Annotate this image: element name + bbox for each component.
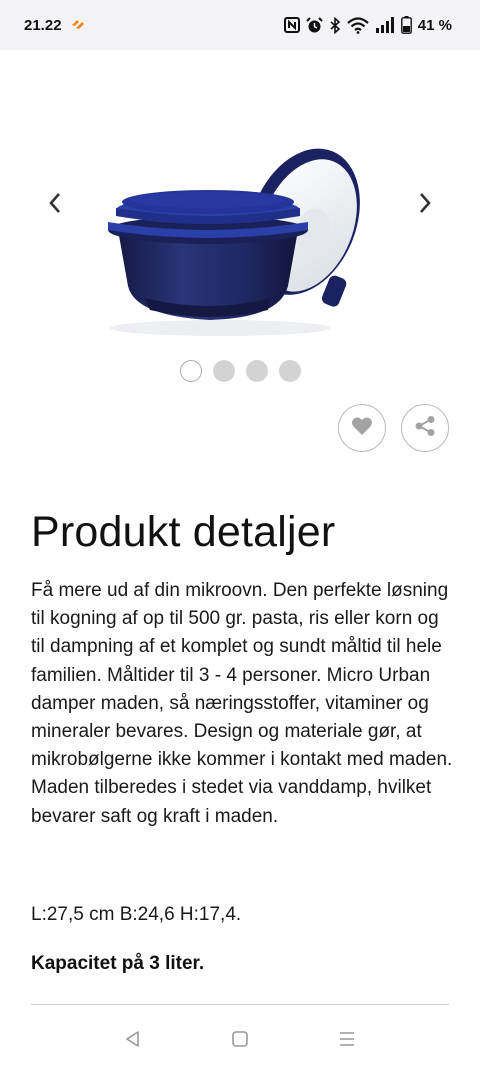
status-right: 41 % (283, 16, 452, 34)
divider (31, 1004, 449, 1005)
carousel-dots (0, 360, 480, 382)
bluetooth-icon (329, 16, 341, 34)
product-dimensions: L:27,5 cm B:24,6 H:17,4. (31, 904, 242, 925)
nav-back-button[interactable] (113, 1022, 153, 1062)
signal-icon (375, 17, 395, 33)
product-description: Få mere ud af din mikroovn. Den perfekte… (31, 580, 453, 827)
carousel-next-button[interactable] (410, 190, 440, 220)
back-triangle-icon (124, 1030, 142, 1053)
share-button[interactable] (401, 404, 449, 452)
wifi-icon (347, 16, 369, 34)
nav-menu-button[interactable] (327, 1022, 367, 1062)
carousel-dot-3[interactable] (245, 360, 268, 382)
product-image[interactable] (100, 138, 390, 338)
product-details-title: Produkt detaljer (31, 508, 336, 556)
carousel-dot-4[interactable] (278, 360, 301, 382)
alarm-icon (306, 16, 323, 34)
system-navigation-bar (0, 1016, 480, 1067)
chevron-left-icon (48, 192, 62, 219)
battery-percentage: 41 % (417, 16, 452, 34)
share-icon (414, 415, 436, 442)
nav-home-button[interactable] (220, 1022, 260, 1062)
battery-icon (400, 16, 412, 34)
carousel-dot-1[interactable] (179, 360, 202, 382)
chevron-right-icon (418, 192, 432, 219)
carousel-prev-button[interactable] (40, 190, 70, 220)
product-actions (338, 404, 449, 452)
menu-lines-icon (338, 1030, 356, 1053)
favorite-button[interactable] (338, 404, 386, 452)
product-carousel (0, 50, 480, 350)
status-left: 21.22 (24, 17, 86, 34)
home-square-icon (231, 1030, 249, 1053)
nfc-icon (283, 17, 300, 33)
carousel-dot-2[interactable] (212, 360, 235, 382)
status-bar: 21.22 41 % (0, 0, 480, 50)
notification-app-icon (70, 18, 86, 32)
status-time: 21.22 (24, 16, 62, 34)
product-capacity: Kapacitet på 3 liter. (31, 953, 205, 974)
heart-icon (351, 416, 373, 441)
